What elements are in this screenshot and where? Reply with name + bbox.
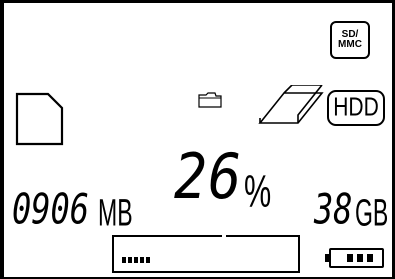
right-readout-value: 38 (314, 185, 353, 235)
progress-bar (112, 235, 300, 273)
hard-drive-icon (258, 85, 324, 124)
left-readout-unit: MB (98, 190, 133, 234)
progress-bar-fill (122, 257, 152, 263)
sd-mmc-badge: SD/ MMC (330, 21, 370, 59)
folder-icon (198, 92, 222, 108)
percent-sign: % (244, 165, 272, 217)
progress-segment (134, 257, 138, 263)
battery-icon (325, 248, 384, 268)
sd-badge-line2: MMC (338, 39, 362, 50)
battery-fill (331, 250, 382, 266)
battery-segment (357, 254, 363, 262)
progress-segment (140, 257, 144, 263)
right-readout-unit: GB (355, 190, 389, 234)
progress-segment (128, 257, 132, 263)
battery-segment (347, 254, 353, 262)
left-readout-value: 0906 (12, 185, 90, 235)
battery-segment (367, 254, 373, 262)
memory-card-icon (15, 92, 64, 146)
lcd-screen: SD/ MMC HDD 26 % 0906 MB 38 GB (4, 3, 392, 277)
hdd-badge-label: HDD (333, 93, 379, 122)
battery-tip (325, 254, 329, 262)
hdd-badge: HDD (327, 90, 385, 126)
percent-value: 26 (174, 139, 243, 214)
progress-segment (146, 257, 150, 263)
progress-segment (122, 257, 126, 263)
progress-bar-top-divider (222, 235, 226, 241)
